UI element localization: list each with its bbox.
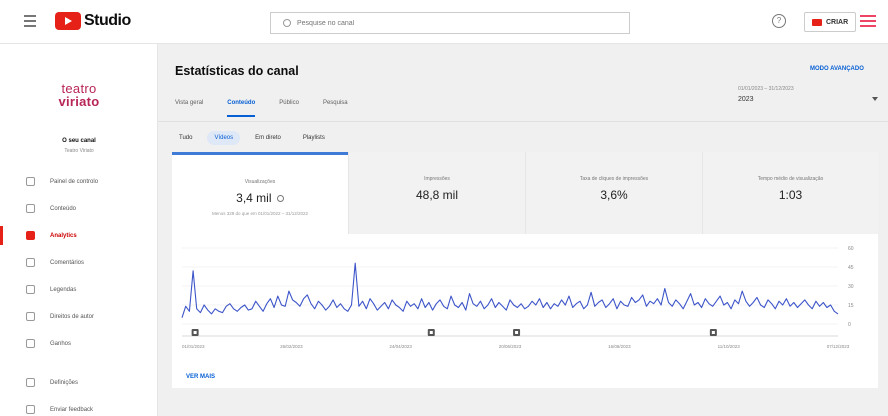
sidebar-item-label: Painel de controlo (50, 178, 99, 185)
y-tick-label: 45 (848, 265, 854, 271)
metric-value: 3,6% (600, 188, 628, 202)
create-label: CRIAR (826, 18, 849, 26)
sidebar-item-earn[interactable]: Ganhos (0, 330, 158, 357)
sidebar-item-analytics[interactable]: Analytics (0, 222, 158, 249)
x-tick-label: 11/10/2023 (718, 344, 741, 349)
search-input[interactable] (297, 19, 597, 27)
y-tick-label: 0 (848, 322, 851, 328)
metric-avg-view-duration[interactable]: Tempo médio de visualização 1:03 (702, 152, 878, 234)
tabs: Vista geral Conteúdo Público Pesquisa (175, 100, 372, 117)
sidebar-nav: Painel de controlo Conteúdo Analytics Co… (0, 168, 158, 416)
sidebar-item-label: Enviar feedback (50, 406, 94, 413)
metric-value-wrap: 3,4 mil (172, 191, 348, 205)
metric-value: 3,4 mil (236, 191, 272, 205)
tab-audience[interactable]: Público (279, 100, 299, 117)
tab-content[interactable]: Conteúdo (227, 100, 256, 117)
metric-impressions[interactable]: Impressões 48,8 mil (348, 152, 525, 234)
dashboard-icon (26, 177, 35, 186)
metric-views[interactable]: Visualizações 3,4 mil Menos 329 do que e… (172, 152, 348, 234)
sidebar-item-feedback[interactable]: Enviar feedback (0, 396, 158, 416)
metric-label: Visualizações (244, 179, 276, 185)
sidebar-item-content[interactable]: Conteúdo (0, 195, 158, 222)
info-icon (276, 195, 284, 203)
help-icon[interactable]: ? (772, 14, 786, 28)
x-tick-label: 24/04/2023 (389, 344, 412, 349)
camera-icon (812, 18, 822, 26)
x-tick-label: 16/08/2023 (608, 344, 631, 349)
content-icon (26, 204, 35, 213)
feedback-icon (26, 405, 35, 414)
tabs-divider (158, 121, 888, 122)
sidebar-item-settings[interactable]: Definições (0, 369, 158, 396)
chevron-down-icon[interactable] (872, 97, 878, 101)
x-tick-label: 07/12/2023 (827, 344, 850, 349)
metric-label: Impressões (424, 176, 450, 182)
channel-logo[interactable]: teatro viriato (0, 82, 158, 108)
y-tick-label: 60 (848, 246, 854, 252)
see-more-link[interactable]: VER MAIS (186, 374, 215, 380)
sidebar-item-label: Definições (50, 379, 79, 386)
video-marker-inner (515, 331, 519, 334)
metric-value: 1:03 (778, 188, 803, 202)
x-tick-label: 20/06/2023 (499, 344, 522, 349)
sidebar-item-label: Comentários (50, 259, 85, 266)
youtube-logo-icon (55, 12, 81, 30)
analytics-card: Visualizações 3,4 mil Menos 329 do que e… (172, 152, 878, 388)
dollar-icon (26, 339, 35, 348)
nav-separator (0, 357, 158, 369)
create-button[interactable]: CRIAR (804, 12, 857, 32)
search-bar[interactable] (270, 12, 630, 34)
subtab-all[interactable]: Tudo (172, 131, 199, 145)
sidebar: teatro viriato O seu canal Teatro Viriat… (0, 44, 158, 416)
avatar[interactable] (860, 15, 876, 29)
metric-label: Tempo médio de visualização (757, 176, 824, 182)
studio-logo[interactable]: Studio (55, 12, 131, 30)
y-tick-label: 30 (848, 284, 854, 290)
subtabs: Tudo Vídeos Em direto Playlists (172, 131, 340, 145)
sidebar-item-label: Ganhos (50, 340, 72, 347)
date-year[interactable]: 2023 (738, 96, 754, 103)
search-icon[interactable] (283, 19, 291, 27)
x-tick-label: 01/01/2023 (182, 344, 205, 349)
sidebar-item-subtitles[interactable]: Legendas (0, 276, 158, 303)
sidebar-item-comments[interactable]: Comentários (0, 249, 158, 276)
metric-ctr[interactable]: Taxa de cliques de impressões 3,6% (525, 152, 702, 234)
date-range[interactable]: 01/01/2023 – 31/12/2023 (738, 86, 794, 92)
subtab-playlists[interactable]: Playlists (296, 131, 332, 145)
channel-name: Teatro Viriato (64, 148, 94, 154)
sidebar-item-label: Legendas (50, 286, 77, 293)
gear-icon (26, 378, 35, 387)
views-line-chart[interactable]: 0 15 30 45 60 01/01/2023 26/02/2023 24/04/2023 2… (172, 240, 878, 360)
sidebar-item-dashboard[interactable]: Painel de controlo (0, 168, 158, 195)
video-marker-inner (711, 331, 715, 334)
advanced-mode-link[interactable]: MODO AVANÇADO (810, 66, 864, 72)
subtab-live[interactable]: Em direto (248, 131, 288, 145)
sidebar-item-label: Analytics (50, 232, 77, 239)
top-bar: Studio ? CRIAR (0, 0, 888, 44)
metric-label: Taxa de cliques de impressões (579, 176, 649, 182)
copyright-icon (26, 312, 35, 321)
brand-line-2: viriato (58, 94, 100, 109)
app-name: Studio (84, 12, 131, 29)
subtitles-icon (26, 285, 35, 294)
menu-icon[interactable] (24, 15, 36, 27)
sidebar-item-copyright[interactable]: Direitos de autor (0, 303, 158, 330)
tab-overview[interactable]: Vista geral (175, 100, 203, 117)
comments-icon (26, 258, 35, 267)
metric-comparison: Menos 329 do que em 01/01/2022 – 31/12/2… (211, 211, 309, 216)
x-tick-label: 26/02/2023 (280, 344, 303, 349)
metric-value: 48,8 mil (415, 188, 459, 202)
sidebar-item-label: Direitos de autor (50, 313, 95, 320)
views-series-line (181, 262, 839, 318)
y-tick-label: 15 (848, 303, 854, 309)
page-title: Estatísticas do canal (175, 64, 299, 78)
channel-title: O seu canal (62, 138, 96, 144)
analytics-icon (26, 231, 35, 240)
video-marker-inner (193, 331, 197, 334)
sidebar-item-label: Conteúdo (50, 205, 77, 212)
tab-research[interactable]: Pesquisa (323, 100, 348, 117)
video-marker-inner (429, 331, 433, 334)
subtab-videos[interactable]: Vídeos (207, 131, 241, 145)
